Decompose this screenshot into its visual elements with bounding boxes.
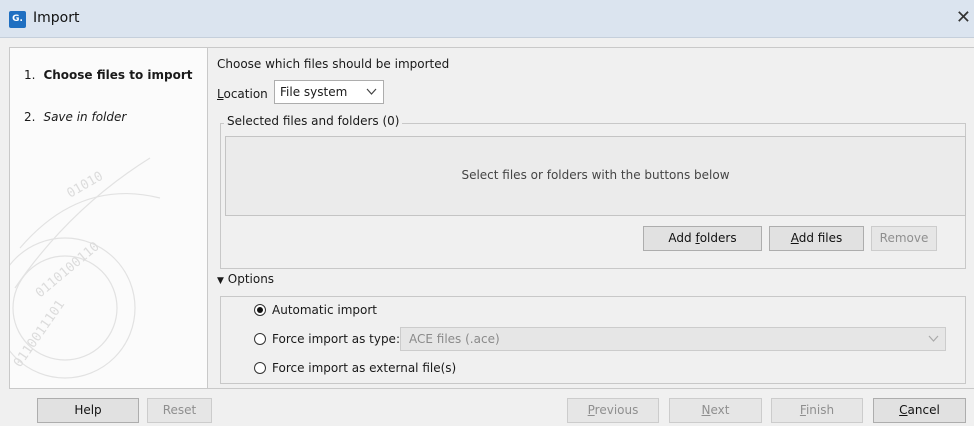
- add-files-button[interactable]: Add files: [769, 226, 864, 251]
- step-number: 2.: [24, 110, 36, 124]
- step-label: Choose files to import: [43, 68, 193, 82]
- help-button[interactable]: Help: [37, 398, 139, 423]
- location-label: Location: [217, 87, 268, 101]
- wizard-steps-panel: 1. Choose files to import 2. Save in folde…: [9, 47, 208, 389]
- chevron-down-icon: [366, 81, 377, 111]
- remove-button[interactable]: Remove: [871, 226, 937, 251]
- option-label: Automatic import: [272, 303, 377, 317]
- radio-unselected[interactable]: [254, 333, 266, 345]
- cancel-button[interactable]: Cancel: [873, 398, 966, 423]
- triangle-down-icon: ▼: [217, 276, 224, 286]
- force-external-option[interactable]: Force import as external file(s): [254, 361, 456, 375]
- radio-unselected[interactable]: [254, 362, 266, 374]
- location-dropdown[interactable]: File system: [274, 80, 384, 104]
- svg-text:0110100110: 0110100110: [33, 239, 103, 301]
- step-choose-files: 1. Choose files to import: [24, 68, 192, 82]
- automatic-import-option[interactable]: Automatic import: [254, 303, 377, 317]
- radio-selected[interactable]: [254, 304, 266, 316]
- step-save-folder: 2. Save in folder: [24, 110, 126, 124]
- options-toggle[interactable]: ▼ Options: [217, 272, 274, 286]
- title-bar: G. Import ✕: [0, 0, 974, 38]
- app-icon: G.: [9, 11, 26, 28]
- import-type-dropdown[interactable]: ACE files (.ace): [400, 327, 946, 351]
- window-title: Import: [33, 10, 80, 26]
- selected-files-legend: Selected files and folders (0): [224, 114, 403, 128]
- selected-files-list[interactable]: Select files or folders with the buttons…: [225, 136, 966, 216]
- step-number: 1.: [24, 68, 36, 82]
- step-label: Save in folder: [43, 110, 127, 124]
- options-label: Options: [227, 272, 275, 286]
- chevron-down-icon: [928, 328, 939, 358]
- empty-list-hint: Select files or folders with the buttons…: [461, 168, 730, 182]
- finish-button[interactable]: Finish: [771, 398, 863, 423]
- location-value: File system: [280, 85, 348, 99]
- close-icon[interactable]: ✕: [956, 7, 971, 28]
- force-type-option[interactable]: Force import as type:: [254, 332, 400, 346]
- next-button[interactable]: Next: [669, 398, 762, 423]
- binary-swirl-watermark: 0110100110 0110011101 01010: [10, 157, 161, 379]
- option-label: Force import as type:: [272, 332, 400, 346]
- section-heading: Choose which files should be imported: [217, 57, 450, 71]
- add-folders-button[interactable]: Add folders: [643, 226, 762, 251]
- reset-button[interactable]: Reset: [147, 398, 212, 423]
- main-content-panel: Choose which files should be imported Lo…: [208, 47, 974, 389]
- option-label: Force import as external file(s): [272, 361, 457, 375]
- previous-button[interactable]: Previous: [567, 398, 659, 423]
- import-type-value: ACE files (.ace): [409, 332, 500, 346]
